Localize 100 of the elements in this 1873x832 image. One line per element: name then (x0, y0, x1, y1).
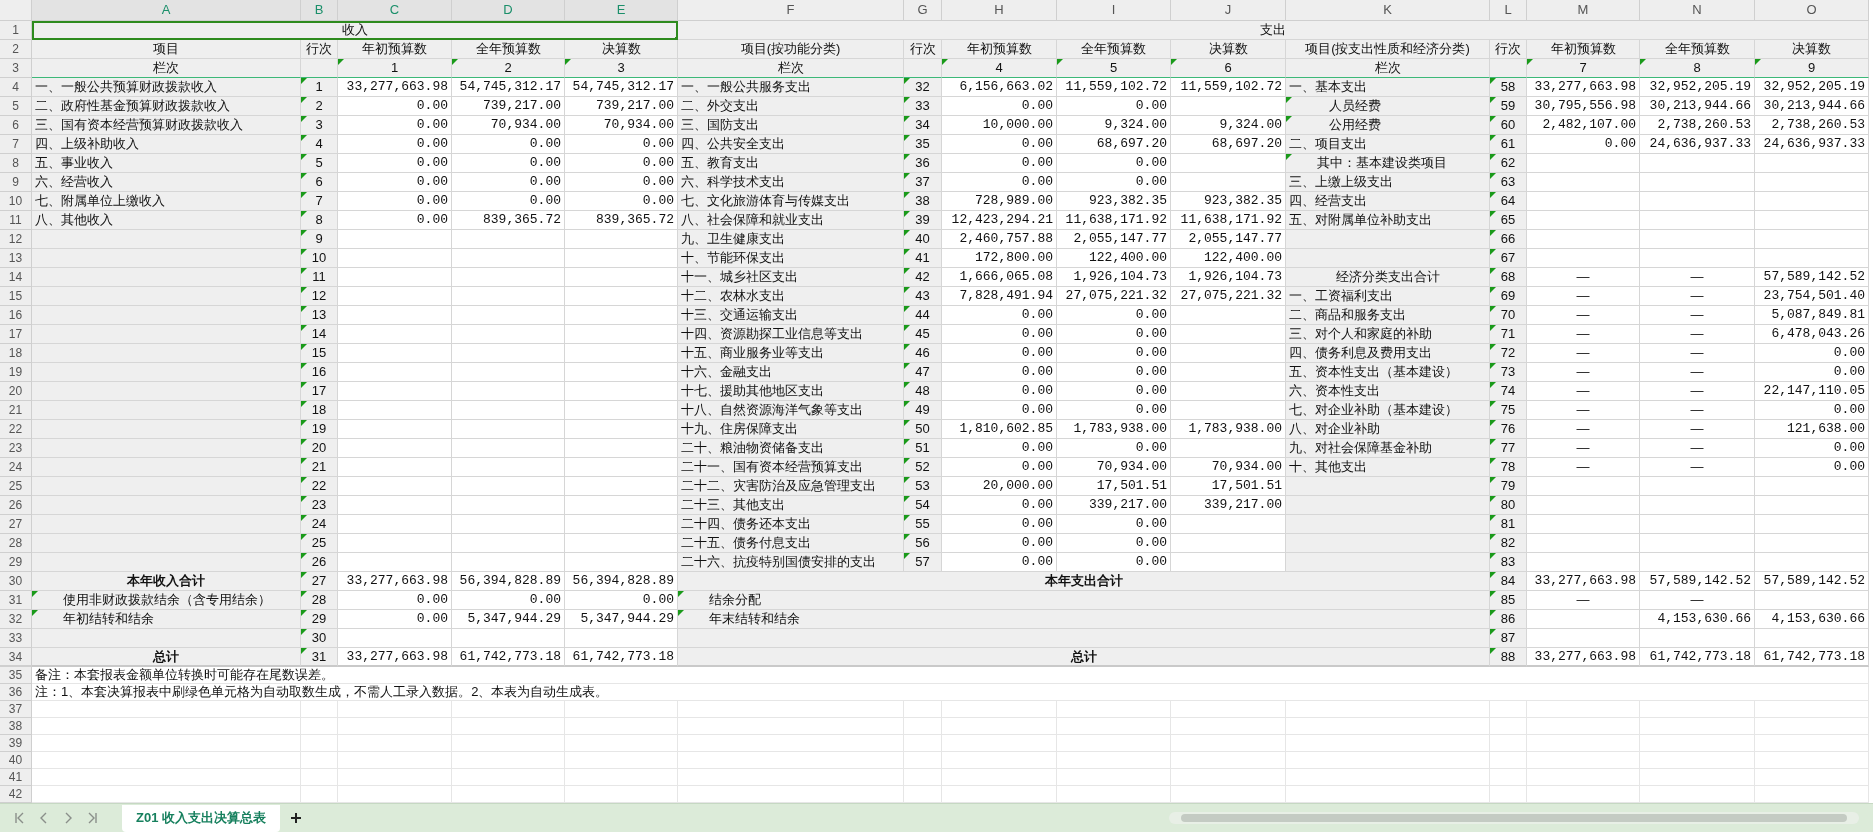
row-number[interactable]: 16 (0, 306, 32, 325)
row-number[interactable]: 36 (0, 684, 32, 701)
row-number[interactable]: 2 (0, 40, 32, 59)
item-label: 三、国防支出 (678, 116, 904, 135)
row-number[interactable]: 10 (0, 192, 32, 211)
line-number: 7 (301, 192, 338, 211)
amount-cell: 6,156,663.02 (942, 78, 1057, 97)
amount-cell: 68,697.20 (1057, 135, 1171, 154)
column-header[interactable]: M (1527, 0, 1640, 21)
column-header[interactable]: O (1755, 0, 1869, 21)
row-number[interactable]: 31 (0, 591, 32, 610)
row-number[interactable]: 27 (0, 515, 32, 534)
row-number[interactable]: 14 (0, 268, 32, 287)
column-title: 年初预算数 (942, 40, 1057, 59)
line-number: 79 (1490, 477, 1527, 496)
column-title: 8 (1640, 59, 1755, 78)
amount-cell: 2,055,147.77 (1057, 230, 1171, 249)
last-icon (86, 812, 98, 824)
line-number: 27 (301, 572, 338, 591)
row-number[interactable]: 6 (0, 116, 32, 135)
amount-cell: 11,559,102.72 (1171, 78, 1286, 97)
amount-cell: 11,638,171.92 (1171, 211, 1286, 230)
row-number[interactable]: 15 (0, 287, 32, 306)
row-number[interactable]: 23 (0, 439, 32, 458)
line-number: 32 (904, 78, 942, 97)
row-number[interactable]: 22 (0, 420, 32, 439)
row-number[interactable]: 28 (0, 534, 32, 553)
amount-cell: 0.00 (942, 515, 1057, 534)
row-number[interactable]: 21 (0, 401, 32, 420)
item-label: 五、事业收入 (32, 154, 301, 173)
column-title: 决算数 (565, 40, 678, 59)
column-header[interactable]: J (1171, 0, 1286, 21)
column-header[interactable]: G (904, 0, 942, 21)
row-number[interactable]: 17 (0, 325, 32, 344)
amount-cell: 0.00 (452, 173, 565, 192)
row-number[interactable]: 26 (0, 496, 32, 515)
item-label: 年初结转和结余 (32, 610, 301, 629)
row-number[interactable]: 8 (0, 154, 32, 173)
item-label: 十一、城乡社区支出 (678, 268, 904, 287)
column-header[interactable]: L (1490, 0, 1527, 21)
row-number[interactable]: 35 (0, 667, 32, 684)
row-number[interactable]: 33 (0, 629, 32, 648)
item-label: 二十二、灾害防治及应急管理支出 (678, 477, 904, 496)
row-number[interactable]: 1 (0, 21, 32, 40)
row-number[interactable]: 7 (0, 135, 32, 154)
amount-cell: 0.00 (942, 173, 1057, 192)
line-number: 66 (1490, 230, 1527, 249)
row-number[interactable]: 5 (0, 97, 32, 116)
column-title: 项目 (32, 40, 301, 59)
item-label: 十九、住房保障支出 (678, 420, 904, 439)
amount-cell: — (1640, 268, 1755, 287)
line-number: 60 (1490, 116, 1527, 135)
row-number[interactable]: 30 (0, 572, 32, 591)
row-number[interactable]: 38 (0, 718, 32, 735)
amount-cell: — (1640, 306, 1755, 325)
row-number[interactable]: 29 (0, 553, 32, 572)
line-number: 74 (1490, 382, 1527, 401)
column-header[interactable]: F (678, 0, 904, 21)
row-number[interactable]: 37 (0, 701, 32, 718)
amount-cell: 0.00 (1057, 553, 1171, 572)
line-number: 83 (1490, 553, 1527, 572)
amount-cell: — (1640, 420, 1755, 439)
row-number[interactable]: 34 (0, 648, 32, 667)
amount-cell: 33,277,663.98 (338, 648, 452, 667)
column-header[interactable]: I (1057, 0, 1171, 21)
amount-cell: 33,277,663.98 (1527, 78, 1640, 97)
row-number[interactable]: 4 (0, 78, 32, 97)
row-number[interactable]: 41 (0, 769, 32, 786)
horizontal-scrollbar[interactable] (1169, 812, 1859, 824)
amount-cell: — (1640, 458, 1755, 477)
amount-cell: 0.00 (1057, 515, 1171, 534)
amount-cell: 7,828,491.94 (942, 287, 1057, 306)
row-number[interactable]: 18 (0, 344, 32, 363)
row-number[interactable]: 25 (0, 477, 32, 496)
amount-cell: 0.00 (942, 401, 1057, 420)
row-number[interactable]: 19 (0, 363, 32, 382)
row-number[interactable]: 3 (0, 59, 32, 78)
row-number[interactable]: 39 (0, 735, 32, 752)
row-number[interactable]: 9 (0, 173, 32, 192)
row-number[interactable]: 40 (0, 752, 32, 769)
row-number[interactable]: 20 (0, 382, 32, 401)
line-number: 16 (301, 363, 338, 382)
row-number[interactable]: 13 (0, 249, 32, 268)
column-header[interactable]: N (1640, 0, 1755, 21)
row-number[interactable]: 42 (0, 786, 32, 803)
amount-cell: 0.00 (338, 154, 452, 173)
amount-cell: — (1640, 382, 1755, 401)
row-number[interactable]: 24 (0, 458, 32, 477)
line-number: 46 (904, 344, 942, 363)
amount-cell: 0.00 (942, 325, 1057, 344)
select-all-corner[interactable] (0, 0, 32, 21)
sheet-tab[interactable]: Z01 收入支出决算总表 (122, 804, 280, 832)
row-number[interactable]: 12 (0, 230, 32, 249)
column-header[interactable]: K (1286, 0, 1490, 21)
line-number: 25 (301, 534, 338, 553)
row-number[interactable]: 32 (0, 610, 32, 629)
column-header[interactable]: H (942, 0, 1057, 21)
amount-cell: 70,934.00 (1057, 458, 1171, 477)
row-number[interactable]: 11 (0, 211, 32, 230)
amount-cell: 5,347,944.29 (565, 610, 678, 629)
